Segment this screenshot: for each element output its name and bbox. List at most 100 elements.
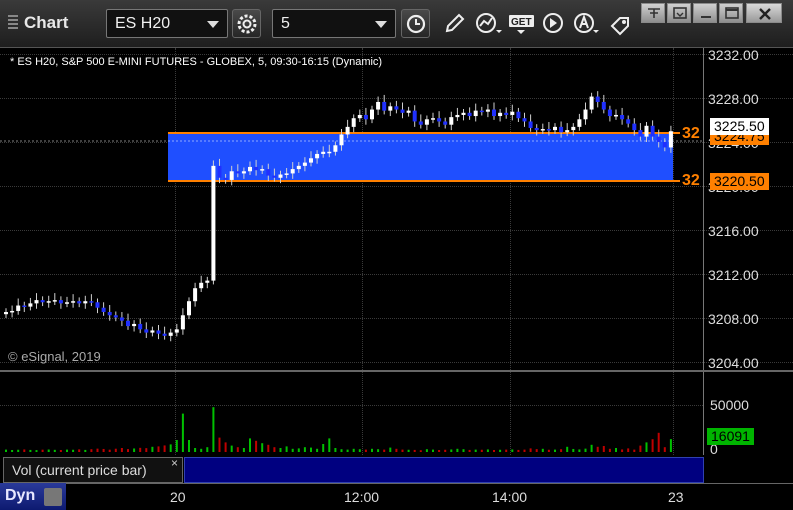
alerts-button[interactable] bbox=[569, 9, 599, 38]
interval-combobox[interactable]: 5 bbox=[272, 9, 396, 38]
candle-body bbox=[656, 136, 661, 143]
volume-bar bbox=[224, 442, 227, 452]
volume-bar bbox=[145, 448, 148, 452]
volume-bar bbox=[364, 449, 367, 452]
candle-body bbox=[28, 303, 33, 307]
volume-bar bbox=[127, 449, 129, 452]
clock-icon bbox=[406, 14, 426, 34]
symbol-combobox[interactable]: ES H20 bbox=[106, 9, 228, 38]
play-button[interactable] bbox=[538, 9, 567, 38]
volume-bar bbox=[651, 439, 654, 452]
candle-body bbox=[559, 126, 564, 133]
candle-body bbox=[668, 131, 673, 148]
svg-text:GET: GET bbox=[511, 17, 532, 28]
volume-bar bbox=[633, 449, 636, 452]
play-icon bbox=[543, 13, 563, 33]
candle-body bbox=[431, 118, 435, 120]
volume-bar bbox=[230, 445, 233, 452]
volume-bar bbox=[206, 447, 209, 452]
candle-body bbox=[540, 129, 545, 131]
maximize-button[interactable] bbox=[719, 3, 743, 23]
candle-body bbox=[345, 126, 350, 135]
lower-level-label: 32 bbox=[682, 172, 700, 189]
candle-body bbox=[248, 166, 252, 172]
get-data-button[interactable]: GET bbox=[505, 9, 534, 38]
volume-bar bbox=[316, 448, 319, 452]
volume-bar bbox=[249, 438, 251, 452]
alert-a-icon bbox=[574, 13, 599, 33]
volume-bar bbox=[41, 449, 44, 452]
candle-body bbox=[168, 332, 173, 336]
candle-body bbox=[644, 125, 649, 137]
candle-body bbox=[492, 109, 496, 117]
candle-body bbox=[107, 312, 112, 316]
dock-button[interactable] bbox=[667, 3, 691, 23]
volume-bar bbox=[255, 440, 258, 452]
candle-body bbox=[333, 145, 338, 152]
pin-icon bbox=[648, 8, 660, 18]
candle-body bbox=[339, 134, 344, 146]
volume-bar bbox=[432, 449, 434, 452]
candle-body bbox=[4, 312, 8, 315]
candle-body bbox=[254, 166, 259, 171]
candle-body bbox=[437, 118, 442, 122]
minimize-button[interactable] bbox=[693, 3, 717, 23]
pencil-icon bbox=[445, 13, 465, 33]
settings-button[interactable] bbox=[232, 9, 261, 38]
close-study-icon[interactable]: × bbox=[171, 456, 178, 470]
volume-bar bbox=[578, 449, 581, 452]
candle-body bbox=[10, 310, 15, 313]
candle-body bbox=[162, 333, 167, 336]
candle-body bbox=[498, 112, 503, 117]
candle-body bbox=[58, 300, 63, 304]
link-button[interactable] bbox=[603, 9, 632, 38]
link-tag-icon bbox=[610, 17, 629, 36]
candle-body bbox=[473, 110, 478, 117]
candle-body bbox=[132, 323, 137, 327]
volume-bar bbox=[163, 445, 166, 452]
volume-bar bbox=[529, 448, 532, 452]
candle-body bbox=[620, 114, 625, 120]
pin-button[interactable] bbox=[641, 3, 665, 23]
volume-study-label[interactable]: Vol (current price bar) bbox=[3, 457, 183, 483]
candle-body bbox=[370, 109, 374, 120]
chevron-down-icon[interactable] bbox=[375, 21, 387, 28]
close-button[interactable] bbox=[746, 3, 782, 23]
volume-bar bbox=[102, 448, 105, 452]
volume-bar bbox=[602, 446, 605, 452]
studies-button[interactable] bbox=[472, 9, 502, 38]
candle-body bbox=[418, 121, 423, 125]
volume-bar bbox=[615, 448, 617, 452]
volume-bar bbox=[450, 449, 453, 452]
window-title[interactable]: Chart bbox=[8, 13, 68, 33]
draw-tool-button[interactable] bbox=[440, 9, 469, 38]
candle-body bbox=[211, 165, 216, 281]
volume-bar bbox=[78, 449, 81, 452]
lock-icon[interactable] bbox=[44, 488, 62, 506]
drag-grip-icon[interactable] bbox=[8, 15, 18, 29]
volume-chart bbox=[5, 407, 672, 452]
candle-body bbox=[187, 301, 191, 316]
candle-body bbox=[272, 175, 277, 178]
volume-bar bbox=[218, 437, 221, 452]
volume-bar bbox=[663, 447, 666, 452]
volume-bar bbox=[291, 448, 294, 452]
candle-body bbox=[40, 300, 45, 303]
volume-bar bbox=[29, 449, 32, 452]
candle-body bbox=[119, 317, 124, 321]
candle-body bbox=[571, 126, 576, 131]
volume-bar bbox=[590, 444, 593, 452]
y-tick-label: 3204.00 bbox=[708, 355, 759, 371]
time-template-button[interactable] bbox=[401, 9, 430, 38]
candle-body bbox=[528, 121, 533, 128]
volume-bar bbox=[242, 448, 245, 452]
dynamic-mode-button[interactable]: Dyn bbox=[0, 483, 66, 510]
volume-bar bbox=[462, 449, 465, 452]
chevron-down-icon[interactable] bbox=[207, 21, 219, 28]
volume-bar bbox=[133, 448, 136, 452]
candle-body bbox=[95, 302, 100, 308]
volume-bar bbox=[517, 449, 520, 452]
candle-body bbox=[589, 96, 594, 110]
volume-bar bbox=[499, 449, 502, 452]
toolbar: Chart ES H20 5 GET bbox=[0, 0, 793, 48]
